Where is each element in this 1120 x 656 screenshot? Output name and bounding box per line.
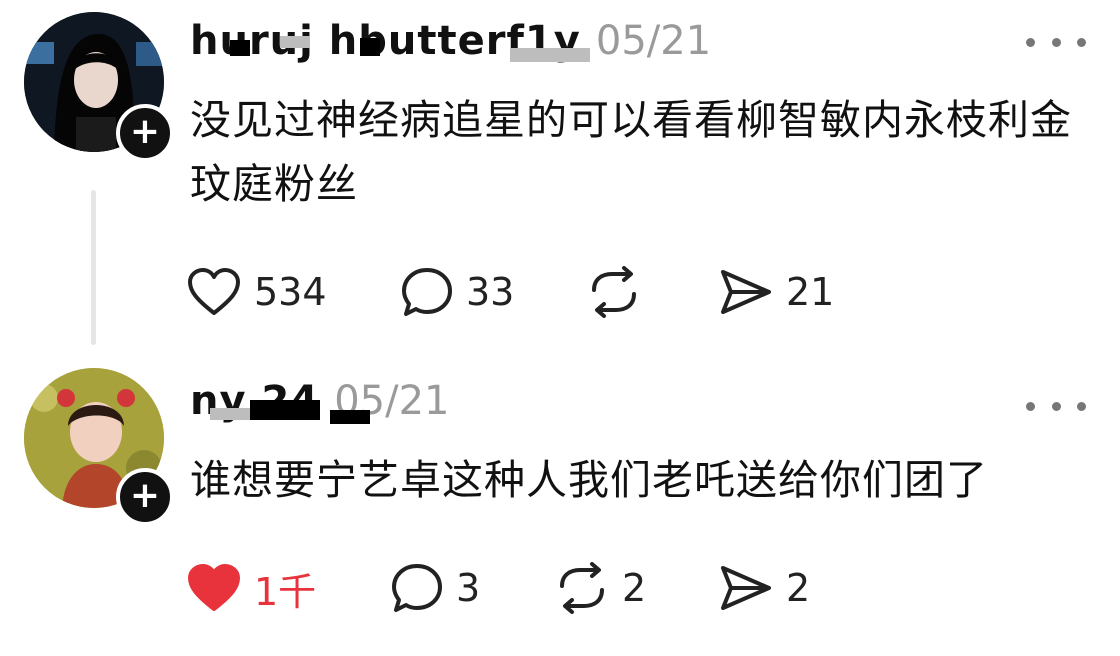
repost-button[interactable]: 2	[554, 558, 646, 618]
redaction-mark	[510, 48, 590, 62]
comment-icon	[402, 268, 452, 316]
redaction-mark	[360, 38, 380, 56]
redaction-mark	[280, 36, 310, 48]
username[interactable]: huruj hbutterf1y	[190, 18, 590, 64]
like-count: 534	[254, 270, 327, 314]
username-row: huruj hbutterf1y 05/21	[190, 18, 711, 74]
redaction-mark	[330, 410, 370, 424]
post-date: 05/21	[595, 18, 712, 64]
username[interactable]: ny 24	[190, 378, 370, 424]
share-button[interactable]: 2	[718, 558, 810, 618]
comment-count: 3	[456, 566, 481, 610]
comment-button[interactable]: 33	[400, 262, 514, 322]
share-count: 2	[786, 566, 811, 610]
follow-button[interactable]: +	[116, 104, 174, 162]
heart-filled-icon	[188, 564, 240, 611]
like-button[interactable]: 1千	[186, 558, 316, 618]
redaction-mark	[250, 400, 320, 420]
send-icon	[721, 566, 771, 610]
post: + ny 24 05/21 谁想要宁艺卓这种人我们老吒送给你们团了 1千 3	[0, 360, 1120, 656]
share-button[interactable]: 21	[718, 262, 834, 322]
share-count: 21	[786, 270, 835, 314]
post: + huruj hbutterf1y 05/21 没见过神经病追星的可以看看柳智…	[0, 0, 1120, 360]
repost-icon	[560, 562, 604, 614]
post-content: 谁想要宁艺卓这种人我们老吒送给你们团了	[190, 456, 988, 504]
more-options-icon[interactable]	[1026, 396, 1086, 416]
send-icon	[721, 270, 771, 314]
repost-icon	[592, 266, 636, 318]
like-button[interactable]: 534	[186, 262, 327, 322]
action-bar: 1千 3 2 2	[186, 558, 886, 618]
more-options-icon[interactable]	[1026, 32, 1086, 52]
follow-button[interactable]: +	[116, 468, 174, 526]
like-count: 1千	[254, 569, 317, 614]
username-row: ny 24 05/21	[190, 378, 450, 434]
comment-button[interactable]: 3	[390, 558, 480, 618]
post-content: 没见过神经病追星的可以看看柳智敏内永枝利金玟庭粉丝	[190, 96, 1072, 208]
repost-button[interactable]	[586, 262, 654, 322]
action-bar: 534 33 21	[186, 262, 886, 322]
thread-line	[91, 190, 96, 345]
comment-icon	[392, 564, 442, 612]
heart-icon	[188, 268, 240, 315]
redaction-mark	[210, 408, 250, 420]
comment-count: 33	[466, 270, 515, 314]
redaction-mark	[230, 40, 250, 56]
repost-count: 2	[622, 566, 647, 610]
